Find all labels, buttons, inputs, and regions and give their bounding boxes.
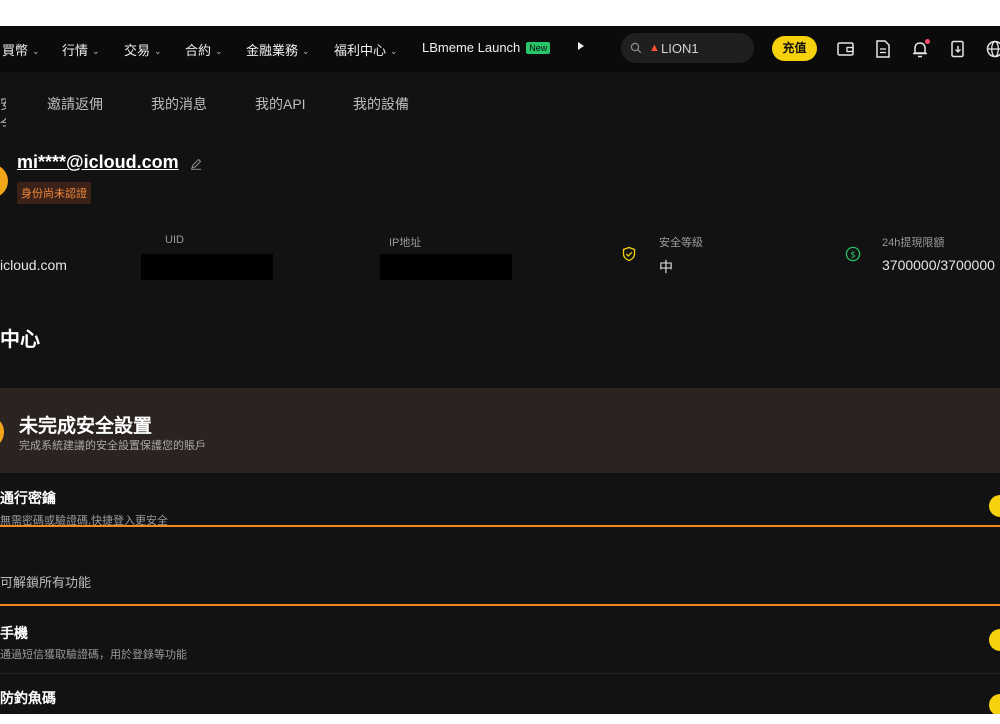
passkey-title: 通行密鑰 bbox=[0, 490, 56, 506]
chevron-down-icon: ⌄ bbox=[154, 46, 162, 56]
highlight-line-top bbox=[0, 525, 1000, 527]
chevron-down-icon: ⌄ bbox=[215, 46, 223, 56]
nav-item-label: LBmeme Launch bbox=[422, 40, 521, 55]
nav-item-trade[interactable]: 交易 ⌄ bbox=[124, 40, 162, 59]
more-arrow-icon[interactable] bbox=[578, 42, 584, 50]
dollar-icon: $ bbox=[845, 246, 861, 267]
shield-icon bbox=[621, 246, 637, 267]
new-badge: New bbox=[526, 42, 551, 54]
document-icon[interactable] bbox=[873, 39, 893, 59]
anti-phishing-action-toggle[interactable] bbox=[989, 694, 1000, 714]
tab-messages[interactable]: 我的消息 bbox=[151, 94, 207, 114]
banner-title: 未完成安全設置 bbox=[19, 416, 153, 437]
nav-item-label: 交易 bbox=[124, 43, 151, 58]
bell-icon[interactable] bbox=[910, 39, 930, 59]
fire-icon: ▲ bbox=[649, 42, 660, 54]
kyc-status-badge[interactable]: 身份尚未認證 bbox=[17, 182, 91, 204]
search-icon bbox=[630, 41, 642, 59]
security-level-label: 安全等級 bbox=[659, 237, 703, 249]
nav-item-label: 行情 bbox=[62, 43, 89, 58]
account-value: icloud.com bbox=[0, 257, 67, 273]
nav-item-label: 合約 bbox=[185, 43, 212, 58]
phone-title: 手機 bbox=[0, 625, 28, 641]
nav-item-launch[interactable]: LBmeme Launch New bbox=[422, 40, 551, 55]
avatar bbox=[0, 164, 8, 198]
wallet-icon[interactable] bbox=[836, 39, 856, 59]
tab-api[interactable]: 我的API bbox=[255, 94, 306, 114]
chevron-down-icon: ⌄ bbox=[302, 46, 310, 56]
ip-label: IP地址 bbox=[389, 237, 422, 249]
nav-item-rewards[interactable]: 福利中心 ⌄ bbox=[334, 40, 398, 59]
nav-item-label: 金融業務 bbox=[246, 43, 299, 58]
warning-icon bbox=[0, 418, 4, 446]
passkey-action-toggle[interactable] bbox=[989, 495, 1000, 517]
security-banner: 未完成安全設置 完成系統建議的安全設置保護您的賬戶 bbox=[0, 388, 1000, 473]
deposit-button[interactable]: 充值 bbox=[772, 36, 817, 61]
highlight-line-bottom bbox=[0, 604, 1000, 606]
unlock-features-text: 可解鎖所有功能 bbox=[0, 575, 92, 590]
search-input[interactable] bbox=[661, 39, 745, 57]
globe-icon[interactable] bbox=[985, 39, 1000, 59]
uid-label: UID bbox=[165, 234, 184, 246]
anti-phishing-title: 防釣魚碼 bbox=[0, 690, 56, 706]
uid-value-redacted bbox=[141, 254, 273, 280]
chevron-down-icon: ⌄ bbox=[390, 46, 398, 56]
phone-action-toggle[interactable] bbox=[989, 629, 1000, 651]
tab-referral[interactable]: 邀請返佣 bbox=[47, 94, 103, 114]
tab-devices[interactable]: 我的設備 bbox=[353, 94, 409, 114]
tab-security[interactable]: 安全 bbox=[0, 94, 6, 128]
notification-dot bbox=[925, 39, 930, 44]
section-title: 中心 bbox=[0, 329, 40, 351]
nav-item-label: 買幣 bbox=[2, 43, 29, 58]
security-level-value: 中 bbox=[659, 259, 673, 275]
top-navigation: 買幣 ⌄ 行情 ⌄ 交易 ⌄ 合約 ⌄ 金融業務 ⌄ 福利中心 ⌄ LBmeme Launc… bbox=[0, 26, 1000, 72]
search-box[interactable]: ▲ bbox=[621, 33, 754, 63]
nav-item-finance[interactable]: 金融業務 ⌄ bbox=[246, 40, 310, 59]
download-icon[interactable] bbox=[948, 39, 968, 59]
withdraw-limit-value: 3700000/3700000 bbox=[882, 257, 995, 273]
edit-icon[interactable] bbox=[190, 157, 202, 175]
banner-subtitle: 完成系統建議的安全設置保護您的賬戶 bbox=[19, 440, 206, 452]
withdraw-limit-label: 24h提現限額 bbox=[882, 237, 945, 249]
nav-item-markets[interactable]: 行情 ⌄ bbox=[62, 40, 100, 59]
nav-item-label: 福利中心 bbox=[334, 43, 387, 58]
row-divider bbox=[0, 673, 1000, 674]
ip-value-redacted bbox=[380, 254, 512, 280]
app-window: 買幣 ⌄ 行情 ⌄ 交易 ⌄ 合約 ⌄ 金融業務 ⌄ 福利中心 ⌄ LBmeme Launc… bbox=[0, 26, 1000, 714]
chevron-down-icon: ⌄ bbox=[92, 46, 100, 56]
nav-item-futures[interactable]: 合約 ⌄ bbox=[185, 40, 223, 59]
phone-subtitle: 通過短信獲取驗證碼，用於登錄等功能 bbox=[0, 649, 187, 661]
svg-text:$: $ bbox=[850, 251, 856, 261]
chevron-down-icon: ⌄ bbox=[32, 46, 40, 56]
nav-item-buy-crypto[interactable]: 買幣 ⌄ bbox=[2, 40, 40, 59]
account-email: mi****@icloud.com bbox=[17, 152, 179, 172]
